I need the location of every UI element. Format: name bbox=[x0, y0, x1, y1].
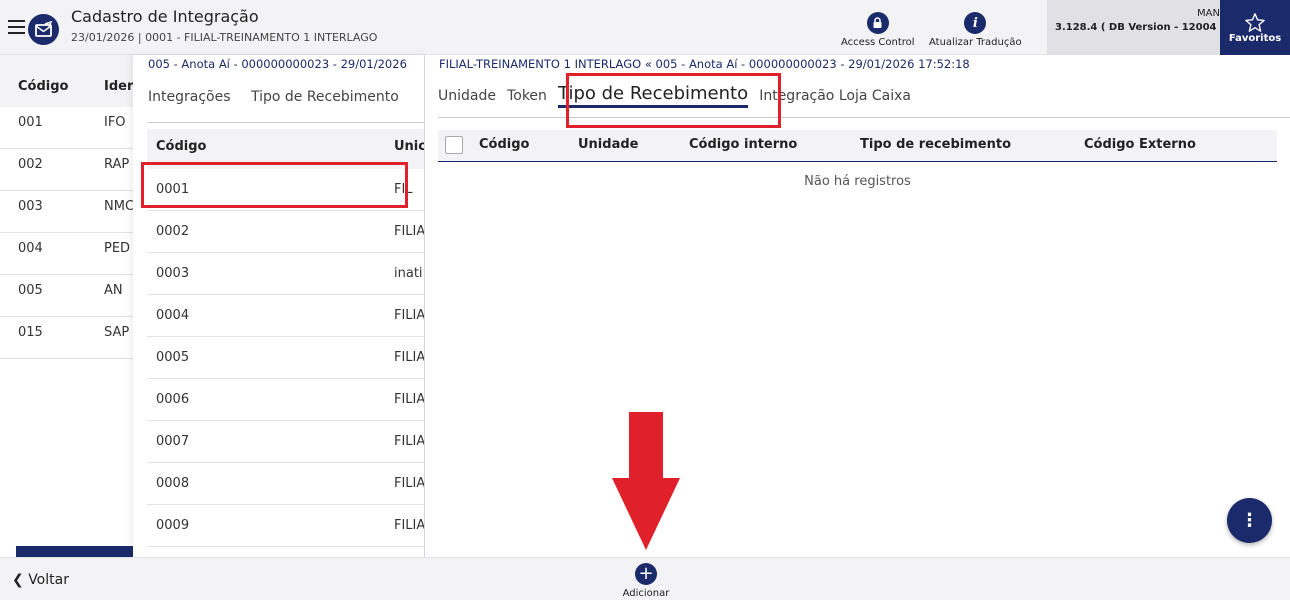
row-id: IFO bbox=[104, 115, 126, 130]
tab-tipo-de-recebimento[interactable]: Tipo de Recebimento bbox=[251, 89, 399, 105]
back-label: Voltar bbox=[28, 572, 69, 588]
row-unit: FILIA bbox=[394, 476, 425, 491]
page-title: Cadastro de Integração bbox=[71, 7, 259, 26]
list-item[interactable]: 001 IFO bbox=[0, 107, 150, 149]
version-info: MAN 3.128.4 ( DB Version - 12004 ) bbox=[1047, 0, 1225, 55]
hamburger-menu-icon[interactable] bbox=[8, 20, 25, 34]
column-header-codigo[interactable]: Código bbox=[156, 139, 206, 154]
column-header-codigo-interno[interactable]: Código interno bbox=[689, 137, 797, 152]
table-row[interactable]: 0006 FILIA bbox=[147, 379, 425, 421]
highlight-box-tab-tipo-recebimento bbox=[566, 73, 781, 128]
back-button[interactable]: ❮ Voltar bbox=[12, 572, 69, 588]
tab-integracoes[interactable]: Integrações bbox=[148, 89, 231, 105]
row-unit: FILIA bbox=[394, 350, 425, 365]
app-header: Cadastro de Integração 23/01/2026 | 0001… bbox=[0, 0, 1290, 55]
tab-token[interactable]: Token bbox=[507, 88, 547, 108]
row-id: RAP bbox=[104, 157, 130, 172]
version-text: 3.128.4 ( DB Version - 12004 ) bbox=[1055, 22, 1225, 33]
chevron-left-icon: ❮ bbox=[12, 572, 24, 588]
column-header-codigo[interactable]: Código bbox=[479, 137, 529, 152]
column-header-tipo-de-recebimento[interactable]: Tipo de recebimento bbox=[860, 137, 1011, 152]
row-code: 0003 bbox=[156, 266, 190, 281]
column-header-identificacao[interactable]: Ider bbox=[104, 79, 133, 94]
row-id: NMC bbox=[104, 199, 135, 214]
list-item[interactable]: 004 PED bbox=[0, 233, 150, 275]
access-control-button[interactable]: Access Control bbox=[841, 12, 915, 48]
list-item-selected[interactable]: 005 AN bbox=[0, 275, 150, 317]
breadcrumb: 005 - Anota Aí - 000000000023 - 29/01/20… bbox=[148, 57, 407, 71]
divider bbox=[147, 122, 424, 123]
table-row[interactable]: 0005 FILIA bbox=[147, 337, 425, 379]
add-label: Adicionar bbox=[622, 588, 670, 599]
table-row[interactable]: 0009 FILIA bbox=[147, 505, 425, 547]
row-code: 0006 bbox=[156, 392, 190, 407]
row-code: 0002 bbox=[156, 224, 190, 239]
table-row[interactable]: 0003 inati bbox=[147, 253, 424, 295]
row-code: 0004 bbox=[156, 308, 190, 323]
add-button[interactable]: + Adicionar bbox=[622, 563, 670, 599]
integration-app-icon bbox=[28, 14, 59, 45]
row-code: 005 bbox=[18, 283, 43, 298]
red-arrow-down-icon bbox=[612, 412, 680, 550]
footer-bar: ❮ Voltar + Adicionar bbox=[0, 557, 1290, 600]
atualizar-traducao-button[interactable]: i Atualizar Tradução bbox=[929, 12, 1022, 48]
row-code: 002 bbox=[18, 157, 43, 172]
row-unit: inati bbox=[394, 266, 423, 281]
row-code: 003 bbox=[18, 199, 43, 214]
lock-icon bbox=[866, 12, 889, 34]
row-code: 0008 bbox=[156, 476, 190, 491]
tab-integracao-loja-caixa[interactable]: Integração Loja Caixa bbox=[759, 88, 911, 108]
column-header-unidade[interactable]: Unidade bbox=[578, 137, 638, 152]
info-icon: i bbox=[964, 12, 987, 34]
list-item[interactable]: 003 NMC bbox=[0, 191, 150, 233]
select-all-checkbox[interactable] bbox=[445, 136, 463, 154]
tipo-recebimento-table-header: Código Unidade Código interno Tipo de re… bbox=[438, 130, 1277, 162]
atualizar-traducao-label: Atualizar Tradução bbox=[929, 37, 1022, 48]
user-name: MAN bbox=[1197, 8, 1220, 19]
row-id: AN bbox=[104, 283, 123, 298]
column-header-codigo[interactable]: Código bbox=[18, 79, 68, 94]
table-row[interactable]: 0007 FILIA bbox=[147, 421, 425, 463]
table-row[interactable]: 0002 FILIA bbox=[147, 211, 425, 253]
row-id: SAP bbox=[104, 325, 130, 340]
column-header-codigo-externo[interactable]: Código Externo bbox=[1084, 137, 1196, 152]
row-code: 015 bbox=[18, 325, 43, 340]
tab-unidade[interactable]: Unidade bbox=[438, 88, 496, 108]
row-code: 004 bbox=[18, 241, 43, 256]
row-unit: FILIA bbox=[394, 518, 425, 533]
row-unit: FILIA bbox=[394, 392, 425, 407]
star-icon bbox=[1245, 12, 1265, 32]
row-code: 0005 bbox=[156, 350, 190, 365]
column-header-unidade[interactable]: Unic bbox=[394, 139, 424, 154]
access-control-label: Access Control bbox=[841, 37, 915, 48]
row-unit: FILIA bbox=[394, 434, 425, 449]
tipo-recebimento-panel: FILIAL-TREINAMENTO 1 INTERLAGO « 005 - A… bbox=[425, 55, 1290, 557]
favoritos-button[interactable]: Favoritos bbox=[1220, 0, 1290, 55]
integration-list: Código Ider 001 IFO 002 RAP 003 NMC 004 … bbox=[0, 55, 150, 557]
table-row[interactable]: 0008 FILIA bbox=[147, 463, 425, 505]
vertical-dots-icon: ⋮ bbox=[1240, 510, 1259, 531]
integration-list-header: Código Ider bbox=[0, 55, 150, 107]
list-item[interactable]: 002 RAP bbox=[0, 149, 150, 191]
scrollbar[interactable] bbox=[16, 546, 150, 557]
empty-state-message: Não há registros bbox=[804, 174, 911, 189]
row-unit: FILIA bbox=[394, 308, 425, 323]
list-item[interactable]: 015 SAP bbox=[0, 317, 150, 359]
favoritos-label: Favoritos bbox=[1228, 32, 1282, 44]
breadcrumb: FILIAL-TREINAMENTO 1 INTERLAGO « 005 - A… bbox=[439, 57, 970, 71]
row-id: PED bbox=[104, 241, 131, 256]
page-subtitle: 23/01/2026 | 0001 - FILIAL-TREINAMENTO 1… bbox=[71, 31, 378, 44]
row-code: 0009 bbox=[156, 518, 190, 533]
row-code: 0007 bbox=[156, 434, 190, 449]
middle-tabs: Integrações Tipo de Recebimento bbox=[148, 89, 415, 105]
table-row[interactable]: 0004 FILIA bbox=[147, 295, 425, 337]
more-options-button[interactable]: ⋮ bbox=[1227, 498, 1272, 543]
row-code: 001 bbox=[18, 115, 43, 130]
unidade-panel: 005 - Anota Aí - 000000000023 - 29/01/20… bbox=[133, 55, 425, 557]
highlight-box-row-0001 bbox=[141, 162, 408, 208]
row-unit: FILIA bbox=[394, 224, 425, 239]
plus-icon: + bbox=[635, 563, 657, 585]
